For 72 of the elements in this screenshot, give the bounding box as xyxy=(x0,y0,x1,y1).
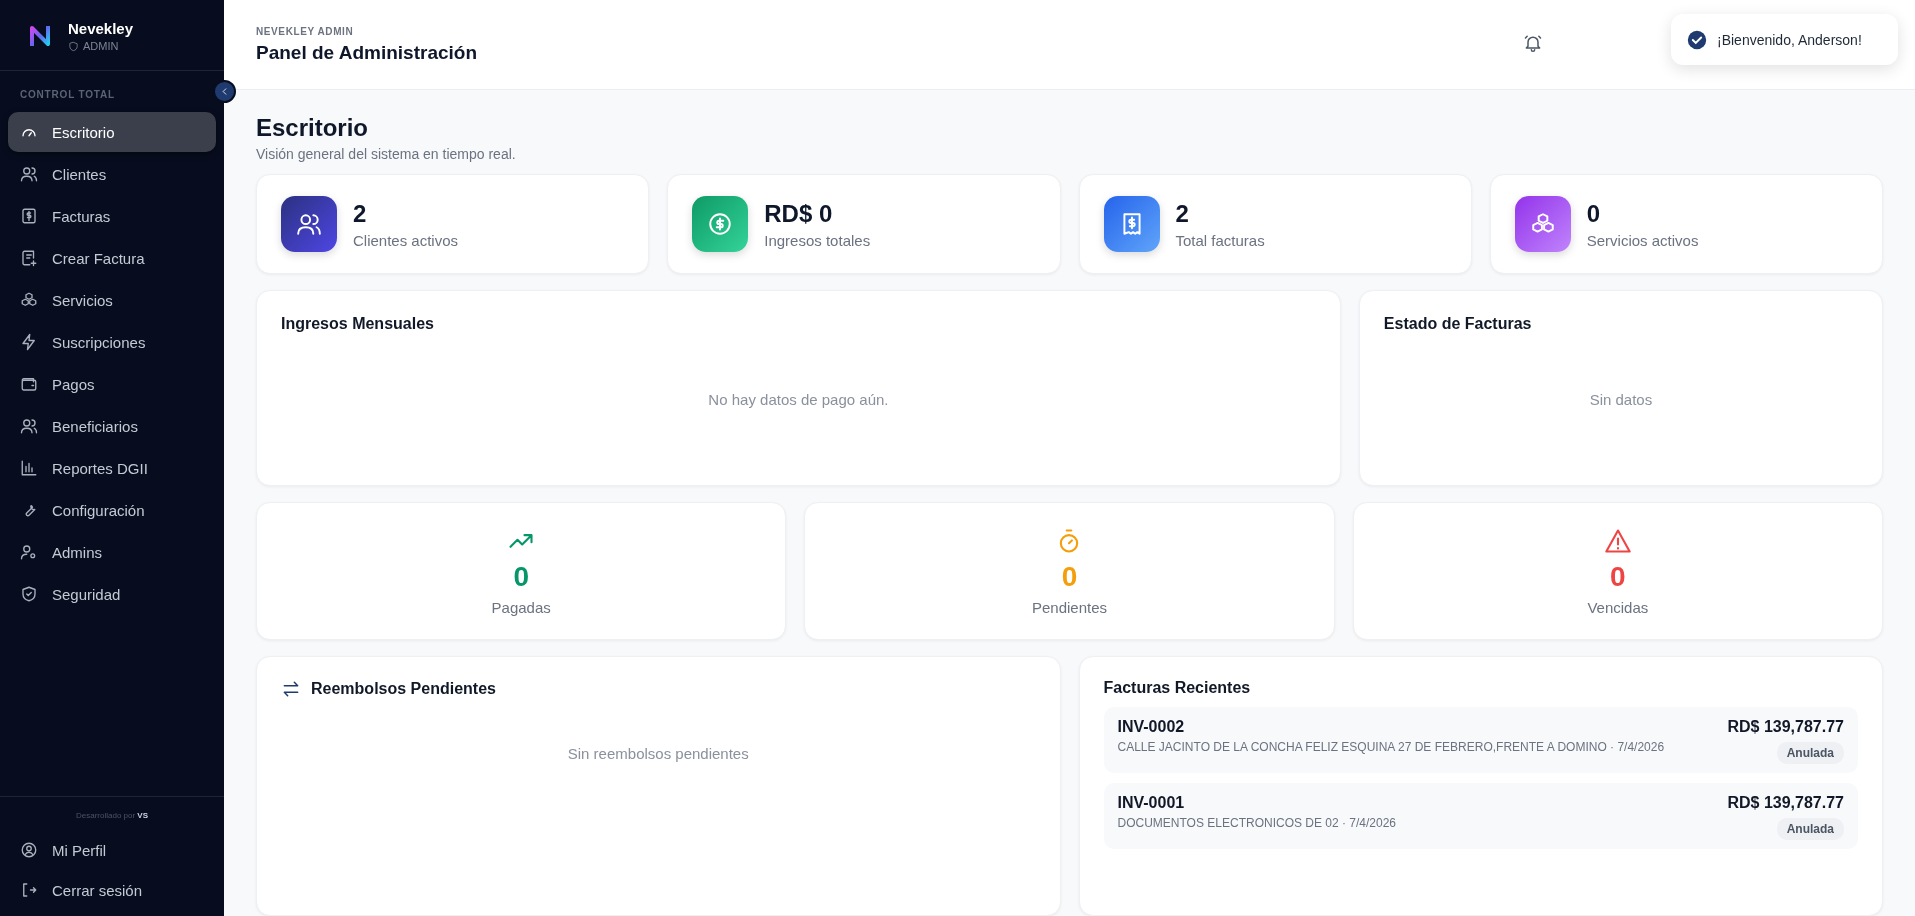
status-badge: Anulada xyxy=(1776,742,1844,764)
empty-message: No hay datos de pago aún. xyxy=(707,391,890,408)
page-subtitle: Visión general del sistema en tiempo real. xyxy=(256,146,517,162)
role-label: ADMIN xyxy=(83,40,119,52)
nav-item[interactable]: Pagos xyxy=(8,364,216,404)
status-count: 0 xyxy=(513,560,529,593)
nav-item[interactable]: Reportes DGII xyxy=(8,448,216,488)
nav-item[interactable]: Facturas xyxy=(8,196,216,236)
invoice-amount: RD$ 139,787.77 xyxy=(1727,718,1844,736)
stat-label: Total facturas xyxy=(1175,231,1265,249)
empty-message: Sin reembolsos pendientes xyxy=(566,745,750,762)
dollar-icon xyxy=(707,211,734,237)
users-icon xyxy=(20,417,38,435)
invoice-row[interactable]: INV-0002 CALLE JACINTO DE LA CONCHA FELIZ ESQUINA 27 DE FEBRERO,FRENTE A DOMINO · 7/4/2026 RD$ 139,787.77 Anulada xyxy=(1103,707,1858,773)
page-title: Escritorio xyxy=(256,114,370,142)
panel-title: Ingresos Mensuales xyxy=(281,315,435,333)
logo-icon xyxy=(28,23,52,49)
bar-chart-icon xyxy=(20,459,38,477)
shield-check-icon xyxy=(20,585,38,603)
lightning-icon xyxy=(20,333,38,351)
nav-item[interactable]: Clientes xyxy=(8,154,216,194)
nav-item[interactable]: Crear Factura xyxy=(8,238,216,278)
status-count: 0 xyxy=(1610,560,1626,593)
nav-item[interactable]: Beneficiarios xyxy=(8,406,216,446)
status-label: Pendientes xyxy=(1031,598,1107,616)
invoice-number: INV-0001 xyxy=(1117,794,1186,812)
nav-item[interactable]: Escritorio xyxy=(8,112,216,152)
swap-arrows-icon xyxy=(281,679,301,699)
panel-title: Facturas Recientes xyxy=(1103,679,1252,697)
empty-message: Sin datos xyxy=(1588,391,1654,408)
header-eyebrow: NEVEKLEY ADMIN xyxy=(256,25,355,37)
panel-title: Estado de Facturas xyxy=(1383,315,1533,333)
stat-label: Servicios activos xyxy=(1586,231,1699,249)
invoice-add-icon xyxy=(20,249,38,267)
user-key-icon xyxy=(20,543,38,561)
stat-label: Ingresos totales xyxy=(764,231,871,249)
toast-message: ¡Bienvenido, Anderson! xyxy=(1717,31,1862,48)
nav-item[interactable]: Configuración xyxy=(8,490,216,530)
nav-item[interactable]: Mi Perfil xyxy=(8,830,216,870)
users-icon xyxy=(296,211,322,237)
stat-value: 0 xyxy=(1586,199,1602,228)
nav-item[interactable]: Servicios xyxy=(8,280,216,320)
stat-value: RD$ 0 xyxy=(764,199,834,228)
nav-item[interactable]: Suscripciones xyxy=(8,322,216,362)
invoice-number: INV-0002 xyxy=(1117,718,1186,736)
stat-value: 2 xyxy=(1175,199,1190,228)
user-circle-icon xyxy=(20,841,38,859)
stat-value: 2 xyxy=(353,199,368,228)
users-icon xyxy=(20,165,38,183)
header-title: Panel de Administración xyxy=(256,41,477,64)
boxes-icon xyxy=(20,291,38,309)
invoice-detail: DOCUMENTOS ELECTRONICOS DE 02 · 7/4/2026 xyxy=(1117,816,1397,830)
logout-icon xyxy=(20,881,38,899)
section-label: CONTROL TOTAL xyxy=(19,88,116,102)
invoice-amount: RD$ 139,787.77 xyxy=(1727,794,1844,812)
collapse-button[interactable] xyxy=(213,80,236,103)
invoice-icon xyxy=(20,207,38,225)
invoice-detail: CALLE JACINTO DE LA CONCHA FELIZ ESQUINA 27 DE FEBRERO,FRENTE A DOMINO · 7/4/2026 xyxy=(1117,740,1665,754)
stat-label: Clientes activos xyxy=(353,231,459,249)
status-label: Pagadas xyxy=(491,598,551,616)
invoice-row[interactable]: INV-0001 DOCUMENTOS ELECTRONICOS DE 02 · 7/4/2026 RD$ 139,787.77 Anulada xyxy=(1103,783,1858,849)
check-circle-icon xyxy=(1687,29,1707,50)
nav-item[interactable]: Admins xyxy=(8,532,216,572)
nav-item[interactable]: Seguridad xyxy=(8,574,216,614)
shield-icon xyxy=(68,40,79,52)
status-label: Vencidas xyxy=(1587,598,1649,616)
brand-name: Nevekley xyxy=(68,20,134,37)
status-badge: Anulada xyxy=(1776,818,1844,840)
nav-item[interactable]: Cerrar sesión xyxy=(8,870,216,910)
panel-title: Reembolsos Pendientes xyxy=(311,680,496,698)
status-count: 0 xyxy=(1061,560,1078,593)
wallet-icon xyxy=(20,375,38,393)
